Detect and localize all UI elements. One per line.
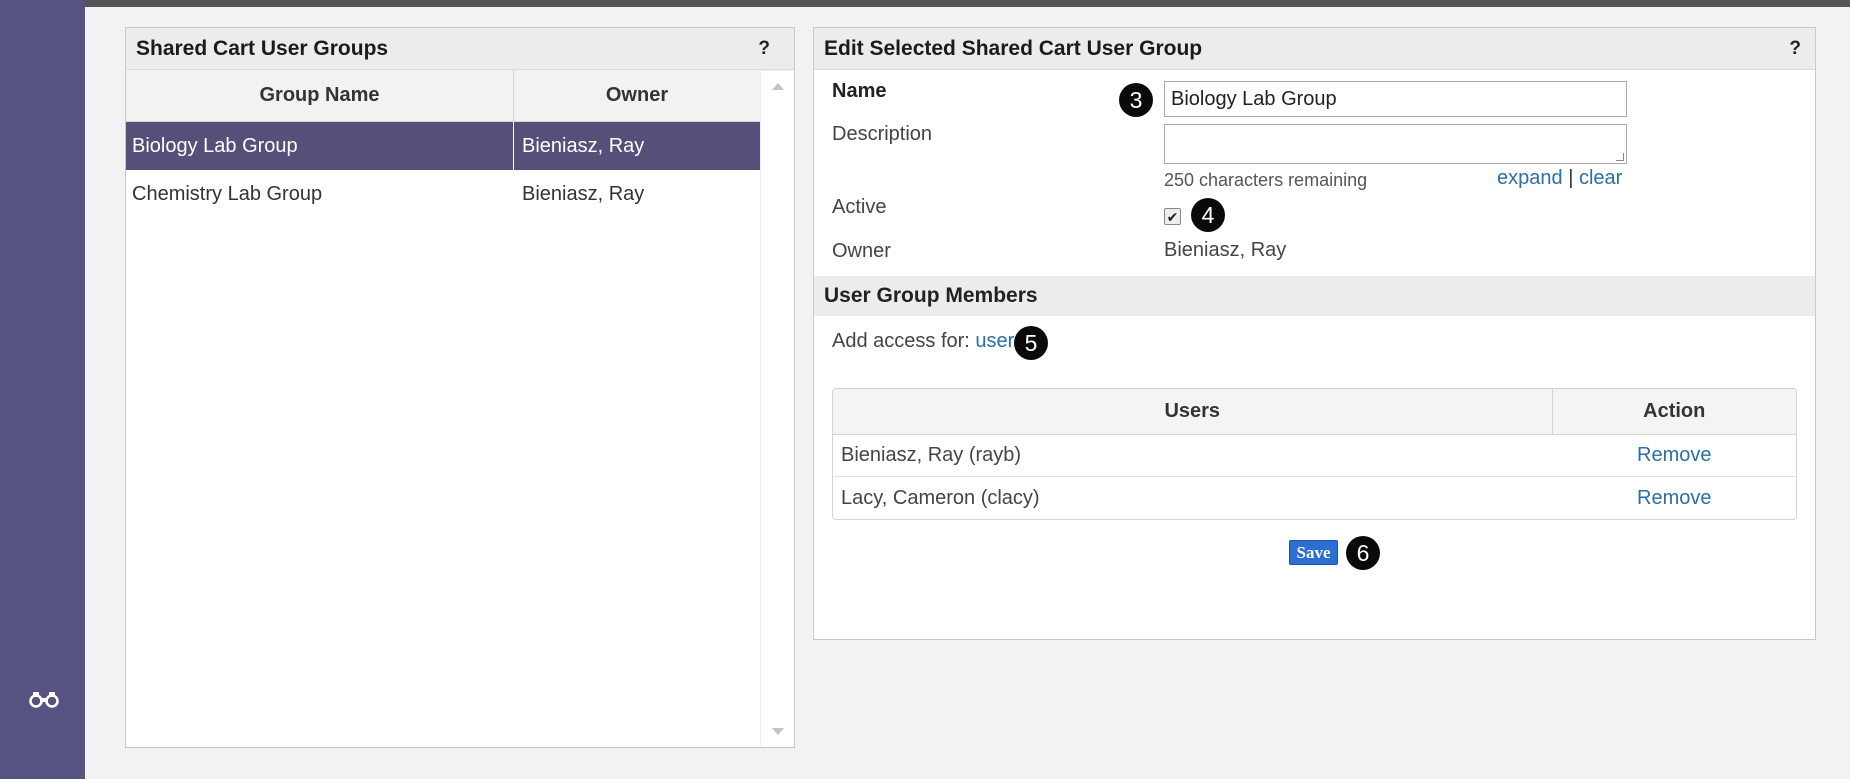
edit-user-group-panel: Edit Selected Shared Cart User Group ? N… [813, 27, 1816, 640]
add-access-prefix: Add access for: [832, 330, 970, 352]
shared-cart-user-groups-panel: Shared Cart User Groups ? Group Name Own… [125, 27, 795, 748]
add-user-link[interactable]: user [975, 330, 1014, 352]
description-label: Description [832, 123, 933, 145]
callout-marker-3: 3 [1119, 83, 1153, 117]
resize-grip-icon[interactable] [1616, 153, 1624, 161]
checkmark-icon: ✔ [1166, 208, 1179, 225]
description-textarea[interactable] [1164, 124, 1627, 164]
table-row: Bieniasz, Ray (rayb) Remove [833, 435, 1796, 477]
column-header-users[interactable]: Users [833, 389, 1553, 434]
table-row[interactable]: Biology Lab Group Bieniasz, Ray [126, 122, 794, 170]
scroll-down-arrow-icon[interactable] [772, 728, 784, 735]
user-name-cell: Lacy, Cameron (clacy) [841, 486, 1040, 509]
remove-user-link[interactable]: Remove [1637, 487, 1711, 509]
left-rail [0, 0, 85, 779]
callout-marker-5: 5 [1014, 326, 1048, 360]
table-row: Lacy, Cameron (clacy) Remove [833, 477, 1796, 519]
name-input[interactable] [1164, 81, 1627, 117]
user-name-cell: Bieniasz, Ray (rayb) [841, 444, 1022, 466]
panel-header: Edit Selected Shared Cart User Group ? [814, 28, 1815, 70]
owner-label: Owner [832, 240, 891, 262]
expand-link[interactable]: expand [1497, 167, 1563, 189]
groups-grid-header: Group Name Owner [126, 70, 794, 122]
remove-user-link[interactable]: Remove [1637, 444, 1711, 466]
user-group-members-header: User Group Members [814, 276, 1815, 316]
characters-remaining: 250 characters remaining [1164, 170, 1368, 190]
column-header-owner[interactable]: Owner [514, 70, 760, 121]
users-table-header: Users Action [833, 389, 1796, 435]
help-icon[interactable]: ? [1789, 38, 1801, 60]
panel-title: Shared Cart User Groups [136, 36, 389, 60]
binoculars-icon[interactable] [29, 690, 59, 708]
active-checkbox[interactable]: ✔ [1164, 208, 1181, 225]
panel-header: Shared Cart User Groups ? [126, 28, 794, 70]
column-header-action[interactable]: Action [1553, 389, 1797, 434]
owner-cell: Bieniasz, Ray [522, 134, 645, 157]
scroll-up-arrow-icon[interactable] [772, 83, 784, 90]
top-border [0, 0, 1850, 7]
action-cell: Remove [1553, 487, 1796, 510]
add-access-row: Add access for: user [832, 330, 1014, 353]
active-label: Active [832, 196, 887, 218]
owner-value: Bieniasz, Ray [1164, 239, 1287, 261]
owner-cell: Bieniasz, Ray [522, 182, 645, 205]
vertical-scrollbar[interactable] [760, 71, 794, 747]
group-name-cell: Biology Lab Group [126, 122, 514, 170]
group-name-cell: Chemistry Lab Group [132, 182, 323, 205]
action-cell: Remove [1553, 444, 1796, 467]
table-row[interactable]: Chemistry Lab Group Bieniasz, Ray [126, 170, 794, 218]
description-links: expand | clear [1497, 167, 1622, 190]
clear-link[interactable]: clear [1579, 167, 1622, 189]
callout-marker-4: 4 [1191, 198, 1225, 232]
help-icon[interactable]: ? [758, 38, 770, 60]
save-button[interactable]: Save [1289, 540, 1338, 565]
users-table: Users Action Bieniasz, Ray (rayb) Remove… [832, 388, 1797, 520]
link-separator: | [1568, 167, 1574, 189]
callout-marker-6: 6 [1346, 536, 1380, 570]
name-label: Name [832, 80, 887, 102]
panel-title: Edit Selected Shared Cart User Group [824, 36, 1203, 60]
main-content: Shared Cart User Groups ? Group Name Own… [85, 7, 1850, 779]
column-header-group-name[interactable]: Group Name [126, 70, 514, 121]
